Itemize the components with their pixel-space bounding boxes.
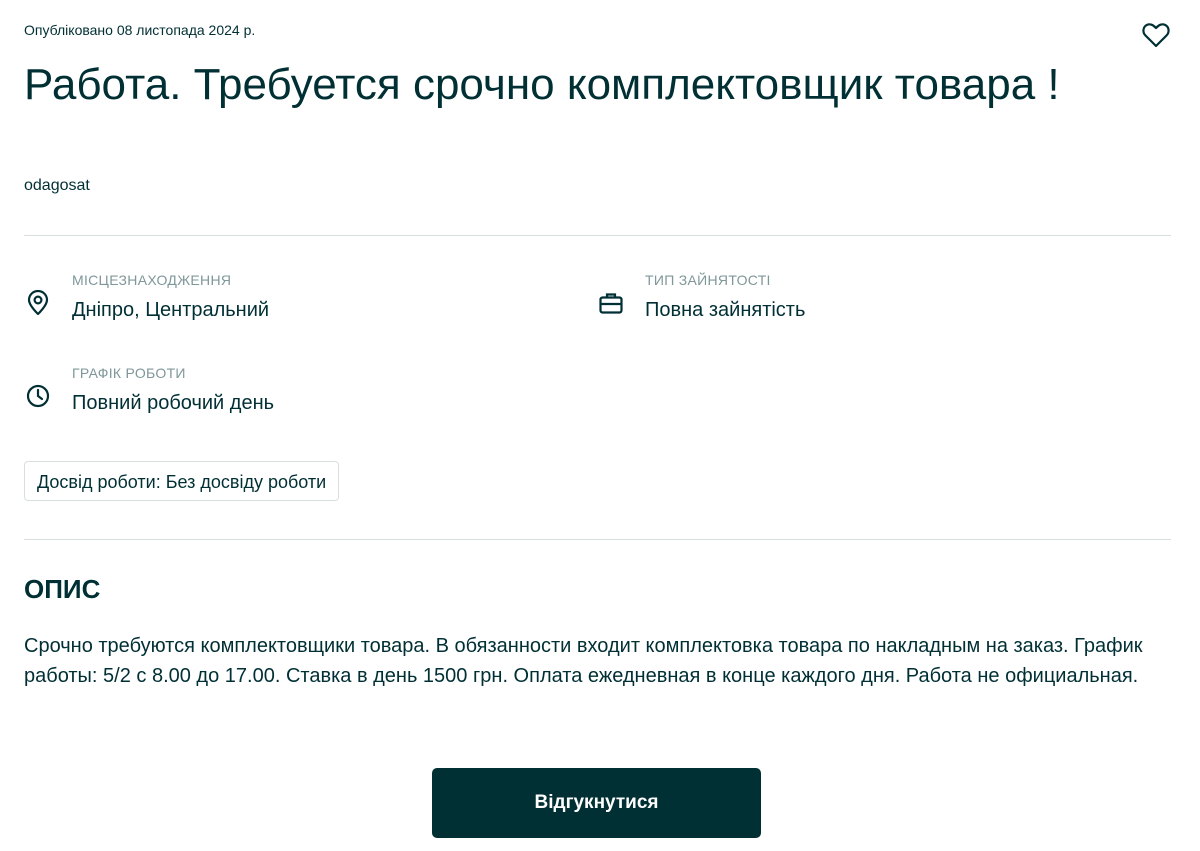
employment-type-label: ТИП ЗАЙНЯТОСТІ	[645, 272, 771, 288]
divider	[24, 539, 1171, 540]
job-ad-page: Опубліковано 08 листопада 2024 р. Работа…	[0, 0, 1200, 851]
page-title: Работа. Требуется срочно комплектовщик т…	[24, 60, 1060, 109]
schedule-label: ГРАФІК РОБОТИ	[72, 365, 186, 381]
published-date: Опубліковано 08 листопада 2024 р.	[24, 22, 256, 38]
employment-type-value: Повна зайнятість	[645, 299, 806, 321]
favorite-button[interactable]	[1140, 22, 1172, 52]
heart-icon	[1142, 22, 1170, 53]
author-name[interactable]: odagosat	[24, 177, 90, 195]
divider	[24, 235, 1171, 236]
experience-tag: Досвід роботи: Без досвіду роботи	[24, 461, 340, 501]
param-schedule: ГРАФІК РОБОТИ Повний робочий день	[24, 364, 274, 415]
location-pin-icon	[24, 289, 52, 317]
apply-button[interactable]: Відгукнутися	[432, 768, 761, 838]
description-heading: ОПИС	[24, 574, 101, 604]
briefcase-icon	[597, 289, 625, 317]
description-text: Срочно требуются комплектовщики товара. …	[24, 635, 1143, 687]
location-label: МІСЦЕЗНАХОДЖЕННЯ	[72, 272, 232, 288]
param-location: МІСЦЕЗНАХОДЖЕННЯ Дніпро, Центральний	[24, 271, 269, 322]
clock-icon	[24, 382, 52, 410]
location-value: Дніпро, Центральний	[72, 299, 270, 321]
schedule-value: Повний робочий день	[72, 392, 275, 414]
param-employment-type: ТИП ЗАЙНЯТОСТІ Повна зайнятість	[597, 271, 805, 322]
